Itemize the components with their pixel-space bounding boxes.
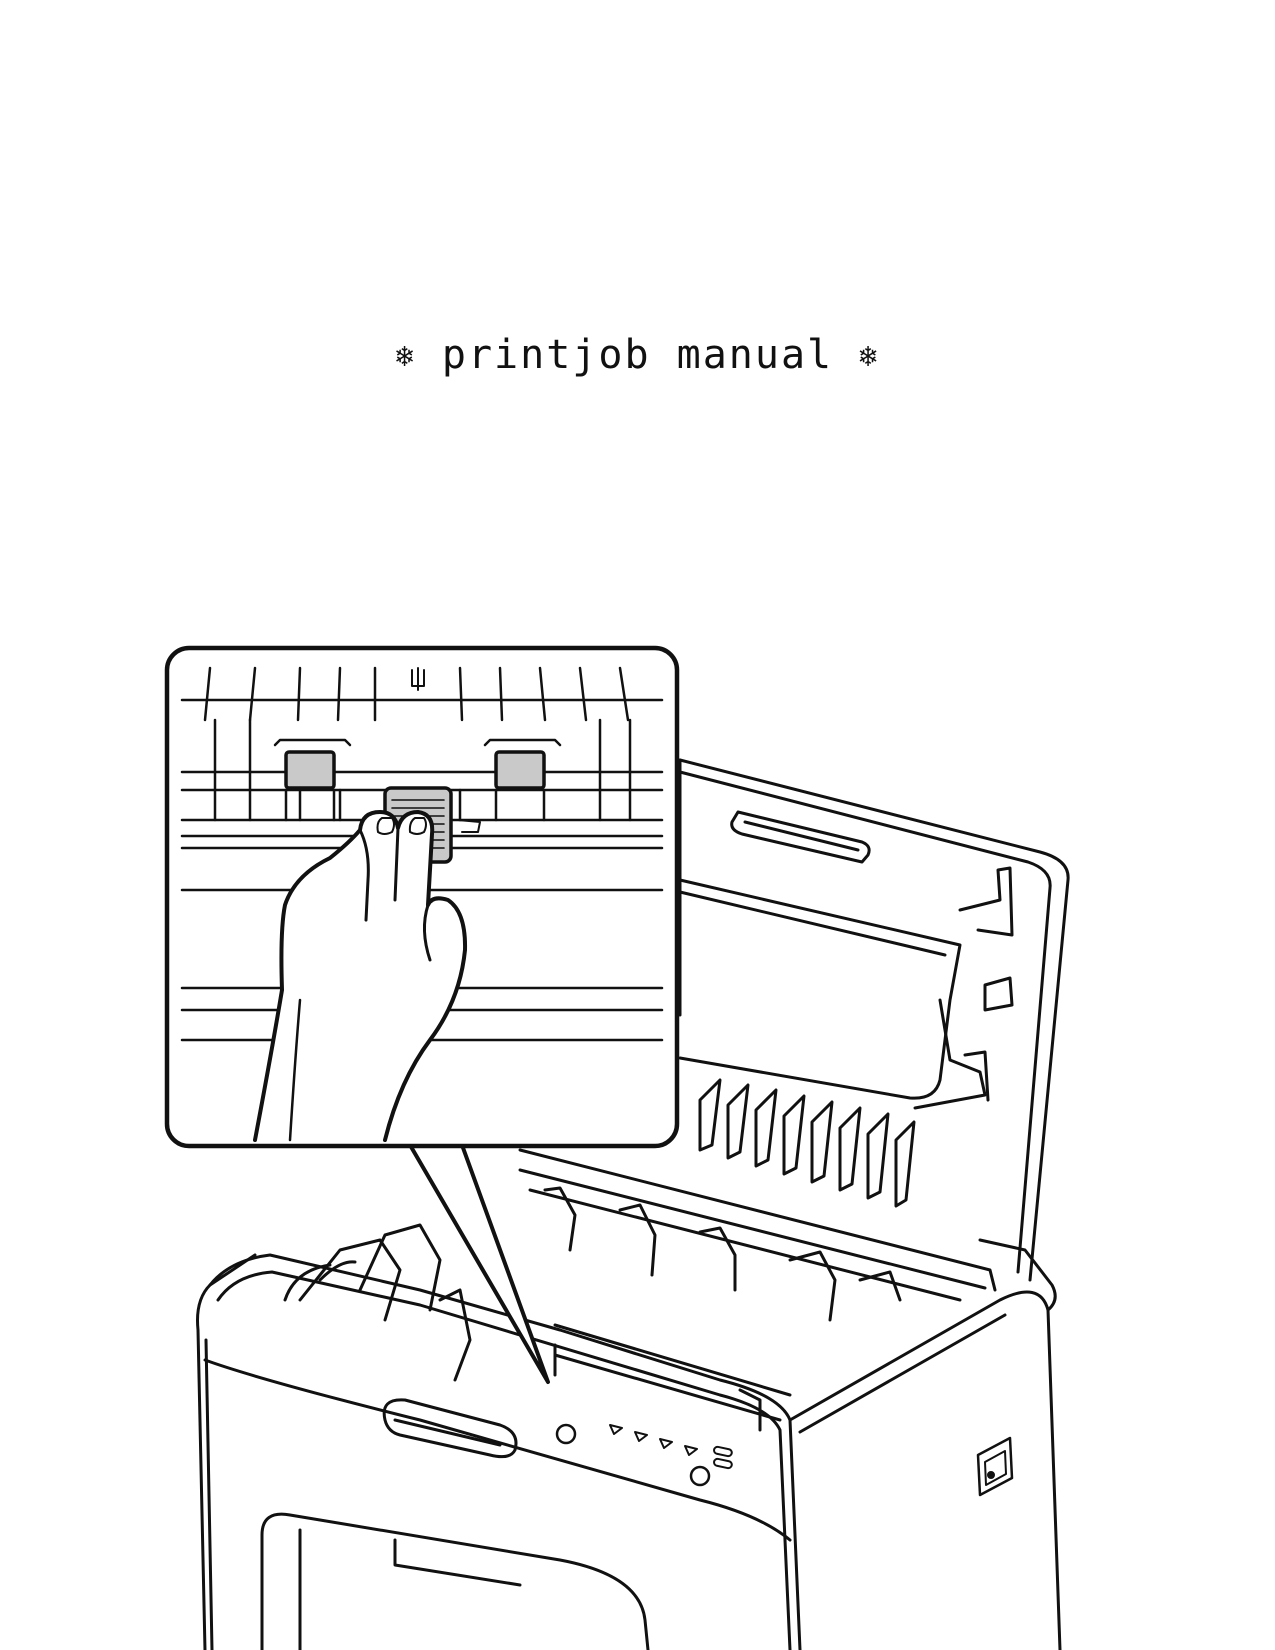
top-cover (680, 760, 1068, 1280)
printer-body (198, 1240, 1061, 1650)
callout-box (167, 648, 677, 1146)
printer-interior (285, 1150, 995, 1430)
callout-pointer (410, 1145, 548, 1382)
printer-illustration (0, 0, 1275, 1650)
